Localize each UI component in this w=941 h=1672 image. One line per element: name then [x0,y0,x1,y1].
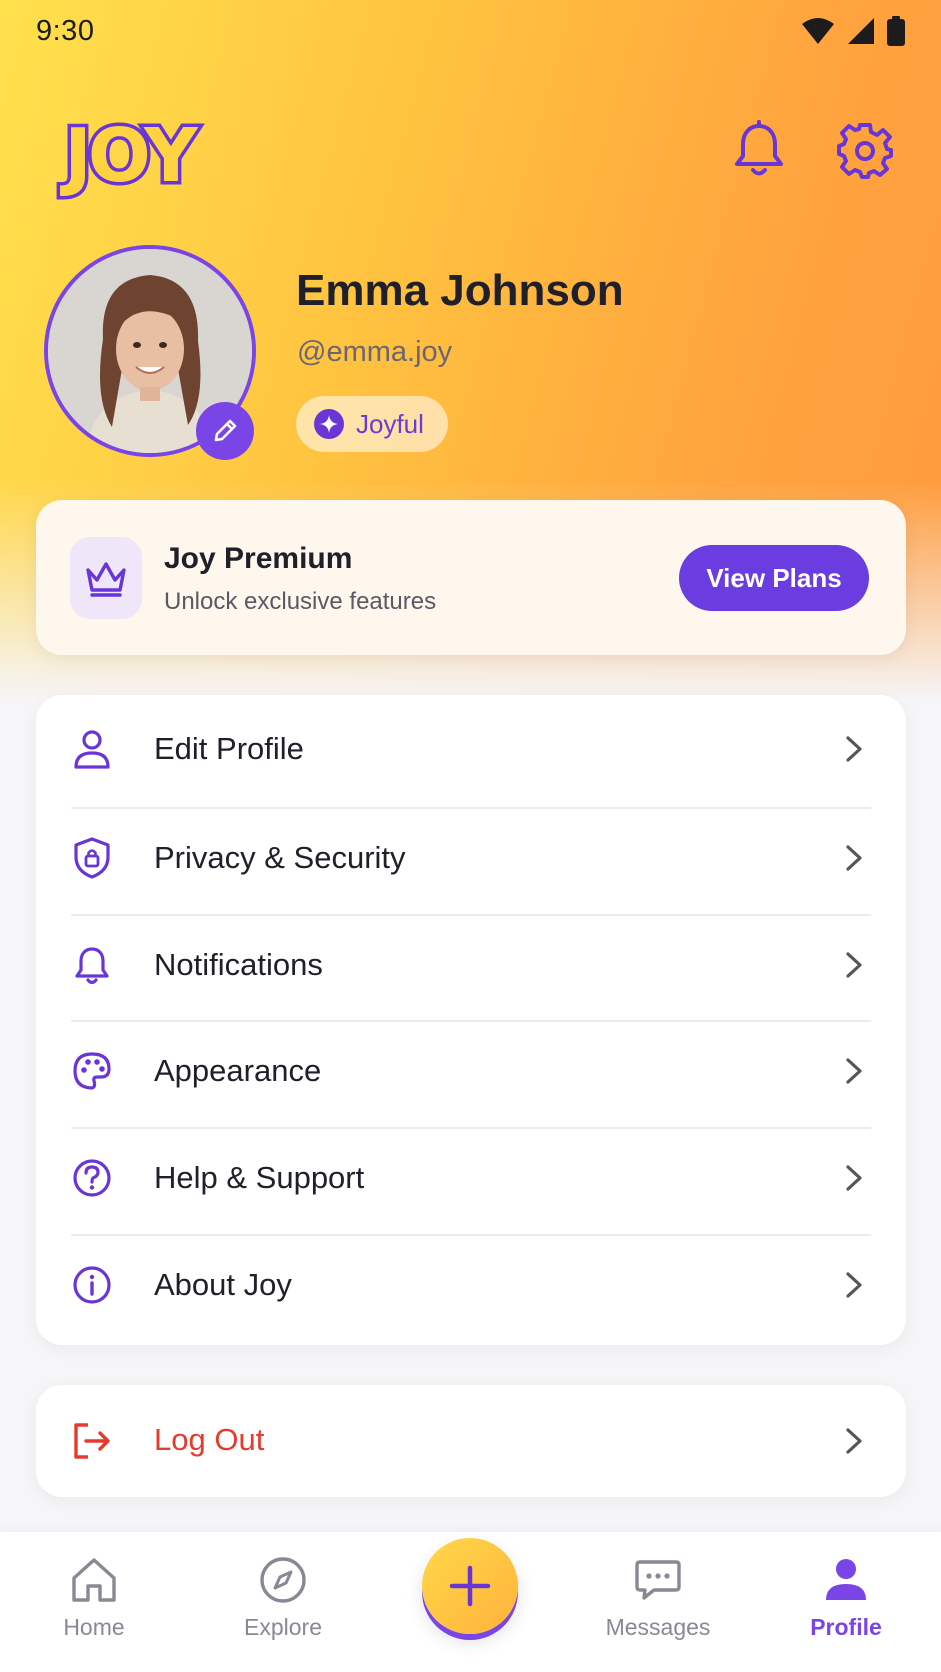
mood-badge[interactable]: Joyful [296,396,448,452]
nav-home[interactable]: Home [19,1554,169,1654]
settings-menu: Edit Profile Privacy & Security Notifica… [36,695,906,1345]
menu-item-label: Appearance [154,1052,322,1088]
profile-name: Emma Johnson [296,266,624,315]
cellular-signal-icon [848,18,874,44]
info-circle-icon [70,1263,114,1307]
chevron-right-icon [846,1428,862,1454]
joy-logo: JOY [36,105,222,203]
profile-handle: @emma.joy [297,336,453,368]
battery-icon [887,16,905,46]
palette-icon [70,1049,114,1093]
crown-icon [86,562,126,597]
menu-item-edit-profile[interactable]: Edit Profile [36,695,906,802]
edit-avatar-button[interactable] [196,402,254,460]
status-bar: 9:30 [0,0,941,62]
menu-item-about[interactable]: About Joy [36,1231,906,1338]
bell-icon [735,120,783,176]
nav-label: Messages [605,1614,711,1640]
mood-label: Joyful [356,408,424,439]
menu-item-label: Privacy & Security [154,839,406,875]
menu-item-appearance[interactable]: Appearance [36,1017,906,1124]
nav-label: Explore [244,1614,322,1640]
settings-button[interactable] [836,120,893,180]
question-circle-icon [70,1156,114,1200]
nav-explore[interactable]: Explore [208,1554,358,1654]
menu-item-label: Help & Support [154,1159,365,1195]
chevron-right-icon [846,735,862,762]
status-icons [801,16,905,46]
menu-item-notifications[interactable]: Notifications [36,911,906,1018]
nav-profile[interactable]: Profile [771,1554,921,1654]
create-post-button[interactable] [422,1538,518,1634]
nav-label: Home [63,1614,125,1640]
chevron-right-icon [846,1057,862,1084]
pencil-icon [214,419,237,442]
premium-icon-tile [70,537,142,619]
person-icon [70,727,114,771]
logout-button[interactable]: Log Out [36,1385,906,1497]
chevron-right-icon [846,1271,862,1298]
compass-icon [260,1557,306,1603]
menu-item-label: About Joy [154,1266,292,1302]
menu-item-label: Notifications [154,946,323,982]
chat-bubble-icon [635,1560,681,1600]
profile-avatar-container [44,245,256,460]
premium-subtitle: Unlock exclusive features [164,588,437,615]
menu-item-label: Edit Profile [154,730,304,766]
nav-messages[interactable]: Messages [583,1554,733,1654]
premium-title: Joy Premium [164,542,353,575]
bell-icon [70,943,114,987]
home-icon [72,1558,116,1602]
chevron-right-icon [846,1164,862,1191]
gear-icon [837,123,893,179]
wifi-icon [802,18,834,44]
menu-item-help-support[interactable]: Help & Support [36,1124,906,1231]
menu-item-privacy-security[interactable]: Privacy & Security [36,804,906,911]
status-time: 9:30 [36,14,95,47]
plus-icon [449,1565,491,1607]
chevron-right-icon [846,951,862,978]
shield-lock-icon [70,836,114,880]
notifications-bell-button[interactable] [731,120,787,180]
premium-card: Joy Premium Unlock exclusive features Vi… [36,500,906,655]
view-plans-button[interactable]: View Plans [679,545,869,611]
logout-icon [74,1423,110,1459]
svg-text:JOY: JOY [59,113,199,199]
sparkle-icon [314,409,344,439]
person-filled-icon [826,1559,866,1600]
nav-label: Profile [810,1614,882,1640]
chevron-right-icon [846,844,862,871]
logout-label: Log Out [154,1422,265,1457]
